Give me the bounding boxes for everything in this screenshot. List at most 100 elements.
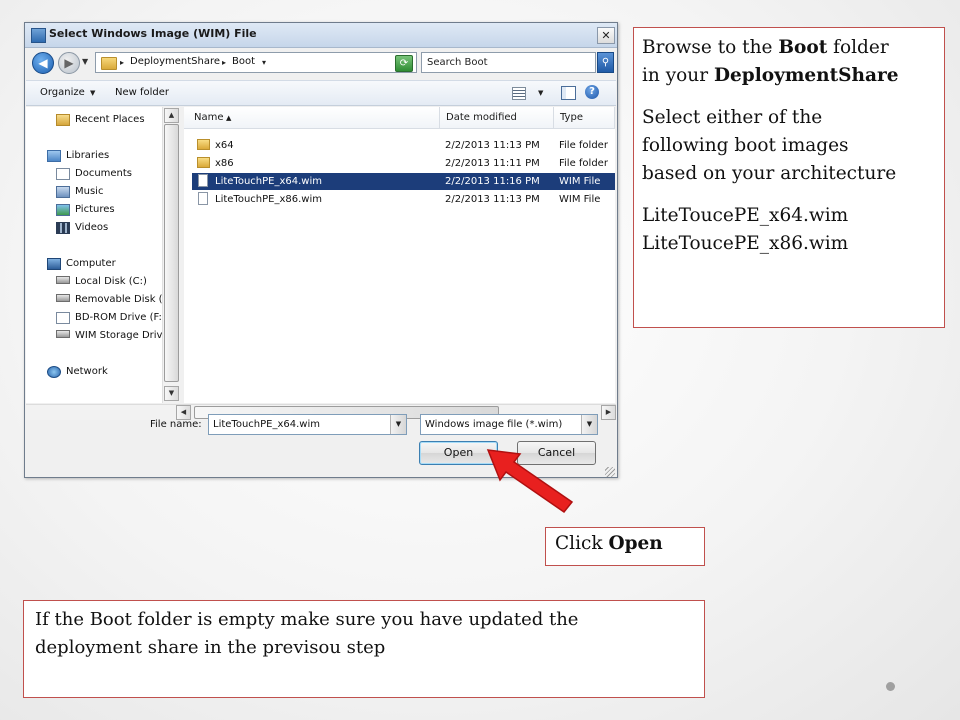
videos-icon [56,222,70,234]
views-chevron-down-icon[interactable]: ▼ [538,89,543,97]
sort-ascending-icon: ▲ [226,114,232,122]
nav-item-wim-storage-drive[interactable]: WIM Storage Drive [75,330,169,341]
nav-pane-scrollbar[interactable]: ▲ ▼ [162,107,180,403]
nav-item-computer[interactable]: Computer [66,258,116,269]
scroll-right-icon[interactable]: ▶ [601,405,616,420]
browse-line-2: in your DeploymentShare [642,62,944,90]
organize-chevron-down-icon[interactable]: ▼ [90,89,95,97]
file-name: LiteTouchPE_x64.wim [215,176,322,187]
search-input[interactable]: Search Boot [421,52,596,73]
file-type: File folder [559,140,608,151]
dialog-title: Select Windows Image (WIM) File [49,27,257,40]
new-folder-button[interactable]: New folder [115,87,169,98]
wim-drive-icon [56,330,70,338]
nav-item-music[interactable]: Music [75,186,103,197]
folder-icon [197,139,210,150]
scroll-left-icon[interactable]: ◀ [176,405,191,420]
file-type-chevron-down-icon[interactable]: ▼ [581,415,597,434]
select-wim-dialog: Select Windows Image (WIM) File ✕ ◀ ▶ ▼ … [24,22,618,478]
browse-text: in your [642,65,714,86]
red-arrow-icon [486,449,574,514]
file-name-chevron-down-icon[interactable]: ▼ [390,415,406,434]
column-name-label: Name [194,112,224,123]
preview-pane-icon[interactable] [561,86,576,100]
boot-emphasis: Boot [778,37,828,58]
file-row-x64[interactable]: x64 2/2/2013 11:13 PM File folder [192,137,615,154]
file-date: 2/2/2013 11:11 PM [445,158,540,169]
computer-icon [47,258,61,270]
search-icon[interactable]: ⚲ [597,52,614,73]
note-line-2: deployment share in the previsou step [35,637,386,658]
select-line-2: following boot images [642,135,849,156]
file-row-litetouchpe-x86[interactable]: LiteTouchPE_x86.wim 2/2/2013 11:13 PM WI… [192,191,615,208]
slide-dot [886,682,895,691]
breadcrumb-chevron-down-icon[interactable]: ▾ [262,58,266,67]
title-bar: Select Windows Image (WIM) File ✕ [25,23,617,48]
column-header-type[interactable]: Type [554,107,615,129]
file-type-select[interactable]: Windows image file (*.wim) ▼ [420,414,598,435]
back-arrow-icon[interactable]: ◀ [32,52,54,74]
address-bar[interactable]: ▸ DeploymentShare ▸ Boot ▾ ▼ [95,52,417,73]
nav-item-pictures[interactable]: Pictures [75,204,115,215]
recent-places-icon [56,114,70,126]
file-date: 2/2/2013 11:13 PM [445,140,540,151]
help-icon[interactable]: ? [585,85,599,99]
nav-item-removable-disk[interactable]: Removable Disk (E: [75,294,172,305]
nav-item-recent-places[interactable]: Recent Places [75,114,145,125]
scroll-down-icon[interactable]: ▼ [164,386,179,401]
network-icon [47,366,61,378]
arrow-shape [486,449,574,514]
scroll-up-icon[interactable]: ▲ [164,108,179,123]
breadcrumb-chevron-icon[interactable]: ▸ [120,58,124,67]
nav-pane-scroll-thumb[interactable] [164,124,179,382]
disk-icon [56,276,70,284]
nav-item-videos[interactable]: Videos [75,222,108,233]
breadcrumb-boot[interactable]: Boot [232,56,255,67]
history-chevron-down-icon[interactable]: ▼ [82,57,88,66]
file-type-value: Windows image file (*.wim) [425,419,563,430]
file-name-value: LiteTouchPE_x64.wim [213,419,320,430]
folder-icon [197,157,210,168]
organize-button[interactable]: Organize [40,87,85,98]
file-name: LiteTouchPE_x86.wim [215,194,322,205]
browse-text: folder [827,37,889,58]
select-line-1: Select either of the [642,107,823,128]
documents-icon [56,168,70,180]
file-row-x86[interactable]: x86 2/2/2013 11:11 PM File folder [192,155,615,172]
file-date: 2/2/2013 11:16 PM [445,176,540,187]
toolbar: Organize ▼ New folder ▼ ? [26,80,616,106]
file-type: File folder [559,158,608,169]
file-row-litetouchpe-x64[interactable]: LiteTouchPE_x64.wim 2/2/2013 11:16 PM WI… [192,173,615,190]
bd-rom-icon [56,312,70,324]
click-open-callout: Click Open [545,527,705,566]
file-name: x86 [215,158,234,169]
column-header-name[interactable]: Name ▲ [184,107,440,129]
music-icon [56,186,70,198]
browse-callout: Browse to the Boot folder in your Deploy… [633,27,945,328]
open-emphasis: Open [608,533,663,554]
file-date: 2/2/2013 11:13 PM [445,194,540,205]
file-name-input[interactable]: LiteTouchPE_x64.wim ▼ [208,414,407,435]
resize-grip-icon[interactable] [605,467,615,477]
close-button[interactable]: ✕ [597,27,615,44]
note-line-1: If the Boot folder is empty make sure yo… [35,609,579,630]
select-line-3: based on your architecture [642,163,897,184]
nav-item-local-disk[interactable]: Local Disk (C:) [75,276,147,287]
forward-arrow-icon[interactable]: ▶ [58,52,80,74]
wim-file-icon [198,174,208,187]
breadcrumb-deploymentshare[interactable]: DeploymentShare [130,56,220,67]
nav-item-libraries[interactable]: Libraries [66,150,109,161]
nav-item-network[interactable]: Network [66,366,108,377]
browse-text: Browse to the [642,37,779,58]
nav-item-documents[interactable]: Documents [75,168,132,179]
browse-line-1: Browse to the Boot folder [642,34,944,62]
nav-item-bd-rom[interactable]: BD-ROM Drive (F:) [75,312,166,323]
column-header-date[interactable]: Date modified [440,107,554,129]
views-icon[interactable] [512,87,526,100]
deploymentshare-emphasis: DeploymentShare [713,65,899,86]
file-name-label: File name: [150,419,202,430]
app-icon [31,28,46,43]
breadcrumb-chevron-icon[interactable]: ▸ [222,58,226,67]
refresh-icon[interactable]: ⟳ [395,55,413,72]
pictures-icon [56,204,70,216]
